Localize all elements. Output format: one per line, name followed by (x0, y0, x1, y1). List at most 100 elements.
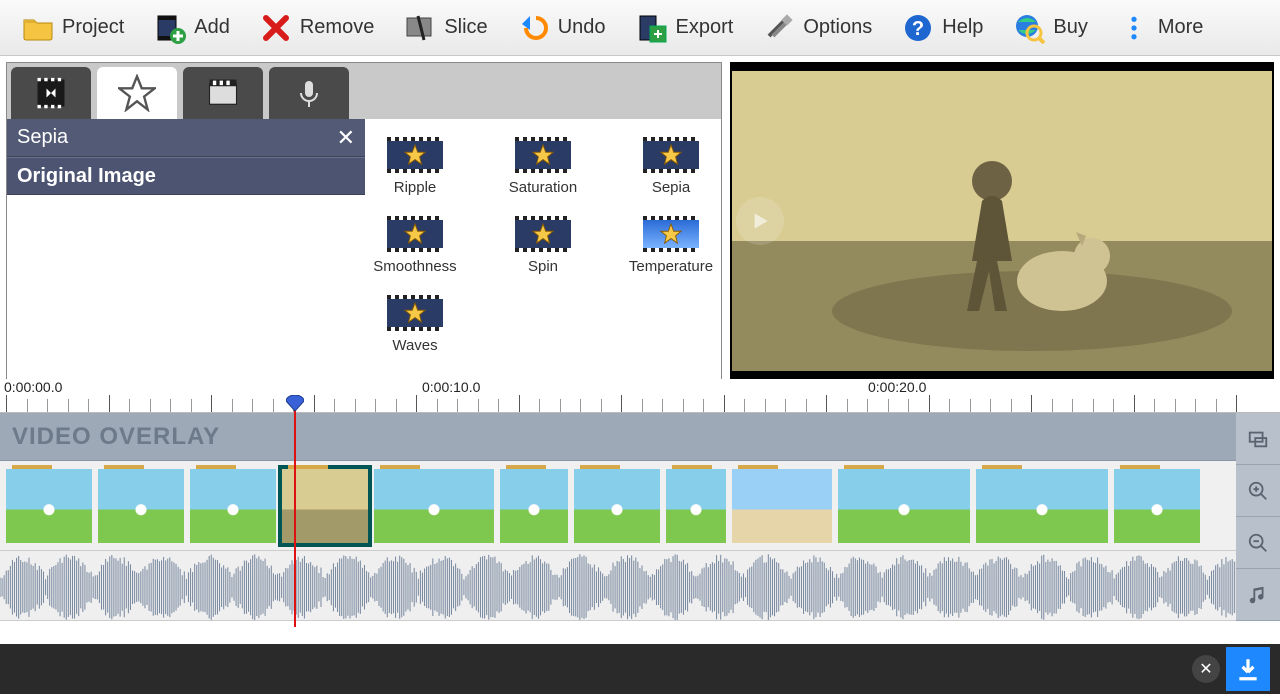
preview-pane (730, 62, 1274, 379)
remove-button[interactable]: Remove (248, 6, 386, 50)
timeline-clip[interactable] (732, 469, 832, 543)
clip-thumbnail (98, 469, 184, 543)
effect-label: Saturation (509, 179, 577, 196)
timeline-tools (1236, 413, 1280, 621)
timeline: 0:00:00.0 0:00:10.0 0:00:20.0 VIDEO OVER… (0, 379, 1280, 694)
video-overlay-lane[interactable]: VIDEO OVERLAY (0, 413, 1280, 461)
more-icon (1118, 12, 1150, 44)
clip-thumbnail (1114, 469, 1200, 543)
more-label: More (1158, 16, 1204, 39)
overlay-lane-label: VIDEO OVERLAY (12, 423, 220, 451)
slice-button[interactable]: Slice (392, 6, 499, 50)
waveform-icon (0, 551, 1280, 621)
svg-text:?: ? (912, 18, 924, 40)
effect-item-smoothness[interactable]: Smoothness (373, 216, 457, 275)
effect-grid: Ripple Saturation Sepia Smoothness (365, 119, 721, 392)
playhead[interactable] (294, 397, 296, 627)
ad-banner: ✕ (0, 644, 1280, 694)
tab-effects[interactable] (97, 67, 177, 119)
tab-audio[interactable] (269, 67, 349, 119)
effect-item-ripple[interactable]: Ripple (373, 137, 457, 196)
clip-thumbnail (374, 469, 494, 543)
options-icon (763, 12, 795, 44)
time-ruler[interactable]: 0:00:00.0 0:00:10.0 0:00:20.0 (0, 379, 1280, 413)
clip-thumbnail (6, 469, 92, 543)
slice-label: Slice (444, 16, 487, 39)
clip-thumbnail (574, 469, 660, 543)
timeline-clip[interactable] (6, 469, 92, 543)
project-button[interactable]: Project (10, 6, 136, 50)
audio-lane[interactable] (0, 551, 1280, 621)
effect-item-waves[interactable]: Waves (373, 295, 457, 354)
effects-body: Sepia ✕ Original Image Ripple Saturation (7, 119, 721, 392)
timeline-clip[interactable] (838, 469, 970, 543)
effect-label: Sepia (652, 179, 690, 196)
clip-lane[interactable] (0, 461, 1280, 551)
close-icon[interactable]: ✕ (337, 125, 355, 151)
preview-frame (732, 71, 1272, 371)
zoom-out-icon[interactable] (1236, 517, 1280, 569)
main-toolbar: Project Add Remove Slice Undo Export O (0, 0, 1280, 56)
zoom-in-icon[interactable] (1236, 465, 1280, 517)
timeline-clip[interactable] (666, 469, 726, 543)
music-track-icon[interactable] (1236, 569, 1280, 621)
effect-label: Spin (528, 258, 558, 275)
overlay-track-icon[interactable] (1236, 413, 1280, 465)
folder-icon (22, 12, 54, 44)
time-mark-1: 0:00:10.0 (422, 379, 480, 395)
undo-icon (518, 12, 550, 44)
ad-download-button[interactable] (1226, 647, 1270, 691)
effect-label: Temperature (629, 258, 713, 275)
ad-close-button[interactable]: ✕ (1192, 655, 1220, 683)
play-button[interactable] (736, 197, 784, 245)
time-mark-0: 0:00:00.0 (4, 379, 62, 395)
help-button[interactable]: ? Help (890, 6, 995, 50)
clip-thumbnail (838, 469, 970, 543)
main-area: Sepia ✕ Original Image Ripple Saturation (0, 56, 1280, 379)
timeline-clip[interactable] (98, 469, 184, 543)
clip-thumbnail (500, 469, 568, 543)
effects-panel: Sepia ✕ Original Image Ripple Saturation (6, 62, 722, 379)
remove-label: Remove (300, 16, 374, 39)
effect-item-spin[interactable]: Spin (501, 216, 585, 275)
tab-media[interactable] (11, 67, 91, 119)
export-label: Export (676, 16, 734, 39)
timeline-clip[interactable] (976, 469, 1108, 543)
add-button[interactable]: Add (142, 6, 242, 50)
timeline-clip[interactable] (500, 469, 568, 543)
timeline-clip[interactable] (374, 469, 494, 543)
buy-icon (1013, 12, 1045, 44)
help-icon: ? (902, 12, 934, 44)
clip-thumbnail (666, 469, 726, 543)
add-label: Add (194, 16, 230, 39)
buy-button[interactable]: Buy (1001, 6, 1099, 50)
tab-clip[interactable] (183, 67, 263, 119)
applied-effect-name: Sepia (17, 126, 68, 149)
help-label: Help (942, 16, 983, 39)
undo-button[interactable]: Undo (506, 6, 618, 50)
applied-effect-info-row[interactable]: Original Image (7, 157, 365, 195)
panel-tabstrip (7, 63, 721, 119)
export-button[interactable]: Export (624, 6, 746, 50)
effect-label: Ripple (394, 179, 437, 196)
film-add-icon (154, 12, 186, 44)
timeline-clip[interactable] (190, 469, 276, 543)
buy-label: Buy (1053, 16, 1087, 39)
more-button[interactable]: More (1106, 6, 1216, 50)
applied-effect-info: Original Image (17, 165, 156, 188)
effect-label: Waves (392, 337, 437, 354)
options-label: Options (803, 16, 872, 39)
options-button[interactable]: Options (751, 6, 884, 50)
effect-item-saturation[interactable]: Saturation (501, 137, 585, 196)
effect-item-temperature[interactable]: Temperature (629, 216, 713, 275)
clip-thumbnail (732, 469, 832, 543)
timeline-clip[interactable] (574, 469, 660, 543)
timeline-clip[interactable] (1114, 469, 1200, 543)
slice-icon (404, 12, 436, 44)
effect-item-sepia[interactable]: Sepia (629, 137, 713, 196)
applied-effect-row[interactable]: Sepia ✕ (7, 119, 365, 157)
time-mark-2: 0:00:20.0 (868, 379, 926, 395)
clip-thumbnail (190, 469, 276, 543)
undo-label: Undo (558, 16, 606, 39)
remove-icon (260, 12, 292, 44)
